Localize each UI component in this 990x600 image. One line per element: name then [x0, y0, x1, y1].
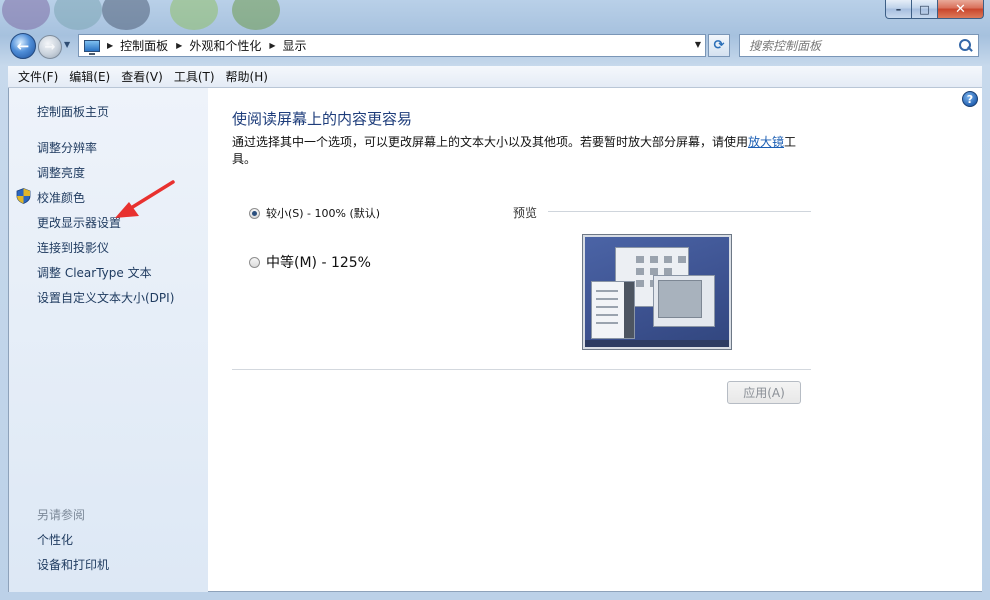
option-smaller[interactable]: 较小(S) - 100% (默认) — [249, 205, 380, 221]
sidebar-adjust-resolution[interactable]: 调整分辨率 — [37, 139, 97, 156]
menu-tools[interactable]: 工具(T) — [169, 68, 220, 85]
window-bottom-border — [0, 592, 990, 600]
option-medium-label: 中等(M) - 125% — [266, 255, 371, 271]
refresh-icon[interactable]: ⟳ — [708, 34, 730, 57]
breadcrumb-separator-icon[interactable]: ▶ — [107, 41, 113, 50]
preview-window-front — [653, 275, 715, 327]
control-panel-icon — [84, 39, 100, 55]
option-smaller-label: 较小(S) - 100% (默认) — [266, 207, 381, 220]
option-medium[interactable]: 中等(M) - 125% — [249, 252, 371, 272]
window-frame: – □ ✕ ← → ▼ ▶ 控制面板 ▶ 外观和个性化 ▶ 显示 ▼ ⟳ 文件(… — [0, 0, 990, 600]
sidebar-custom-dpi[interactable]: 设置自定义文本大小(DPI) — [37, 289, 174, 306]
address-bar[interactable]: ▶ 控制面板 ▶ 外观和个性化 ▶ 显示 ▼ — [78, 34, 706, 57]
maximize-button[interactable]: □ — [912, 0, 938, 19]
sidebar-calibrate-color[interactable]: 校准颜色 — [37, 189, 85, 206]
preview-image — [582, 234, 732, 350]
radio-smaller[interactable] — [249, 207, 260, 219]
sidebar-control-panel-home[interactable]: 控制面板主页 — [37, 103, 109, 120]
breadcrumb-separator-icon[interactable]: ▶ — [269, 41, 275, 50]
caption-buttons: – □ ✕ — [885, 0, 984, 20]
search-icon[interactable] — [957, 38, 973, 54]
see-also-heading: 另请参阅 — [37, 508, 86, 522]
description-text: 通过选择其中一个选项，可以更改屏幕上的文本大小以及其他项。若要暂时放大部分屏幕，… — [232, 135, 749, 149]
preview-taskbar — [585, 340, 729, 347]
preview-divider — [548, 211, 811, 212]
breadcrumb-appearance[interactable]: 外观和个性化 — [189, 37, 261, 54]
main-panel: ? 使阅读屏幕上的内容更容易 通过选择其中一个选项，可以更改屏幕上的文本大小以及… — [208, 88, 983, 592]
breadcrumb-display[interactable]: 显示 — [283, 37, 307, 54]
preview-label: 预览 — [513, 206, 538, 220]
menu-file[interactable]: 文件(F) — [13, 68, 63, 85]
sidebar-adjust-cleartype[interactable]: 调整 ClearType 文本 — [37, 264, 152, 281]
preview-window-left — [591, 281, 635, 339]
search-box[interactable] — [739, 34, 979, 57]
preview-desktop — [585, 237, 729, 347]
search-input[interactable] — [740, 38, 957, 53]
magnifier-link[interactable]: 放大镜 — [748, 135, 784, 149]
apply-button[interactable]: 应用(A) — [727, 381, 801, 404]
annotation-arrow-icon — [115, 180, 175, 218]
minimize-button[interactable]: – — [885, 0, 912, 19]
address-dropdown-icon[interactable]: ▼ — [695, 40, 701, 49]
page-title: 使阅读屏幕上的内容更容易 — [232, 110, 413, 128]
help-icon[interactable]: ? — [962, 91, 978, 107]
client-area: 控制面板主页 调整分辨率 调整亮度 校准颜色 更改显示器设置 连接到投影仪 调整… — [8, 88, 982, 592]
task-sidebar: 控制面板主页 调整分辨率 调整亮度 校准颜色 更改显示器设置 连接到投影仪 调整… — [9, 88, 208, 592]
content-divider — [232, 369, 811, 370]
close-button[interactable]: ✕ — [938, 0, 984, 19]
back-arrow-icon[interactable]: ← — [10, 33, 36, 59]
see-also-devices-printers[interactable]: 设备和打印机 — [37, 556, 109, 573]
see-also-personalization[interactable]: 个性化 — [37, 531, 73, 548]
page-description: 通过选择其中一个选项，可以更改屏幕上的文本大小以及其他项。若要暂时放大部分屏幕，… — [232, 134, 807, 168]
uac-shield-icon — [16, 188, 31, 204]
menu-edit[interactable]: 编辑(E) — [64, 68, 115, 85]
radio-medium[interactable] — [249, 256, 260, 268]
menu-bar: 文件(F) 编辑(E) 查看(V) 工具(T) 帮助(H) — [8, 66, 982, 88]
breadcrumb-separator-icon[interactable]: ▶ — [176, 41, 182, 50]
sidebar-connect-projector[interactable]: 连接到投影仪 — [37, 239, 109, 256]
forward-arrow-icon[interactable]: → — [38, 35, 62, 59]
history-dropdown-icon[interactable]: ▼ — [64, 40, 70, 49]
title-bar-decoration — [0, 0, 300, 30]
sidebar-adjust-brightness[interactable]: 调整亮度 — [37, 164, 85, 181]
menu-help[interactable]: 帮助(H) — [221, 68, 273, 85]
breadcrumb-control-panel[interactable]: 控制面板 — [120, 37, 168, 54]
menu-view[interactable]: 查看(V) — [116, 68, 168, 85]
